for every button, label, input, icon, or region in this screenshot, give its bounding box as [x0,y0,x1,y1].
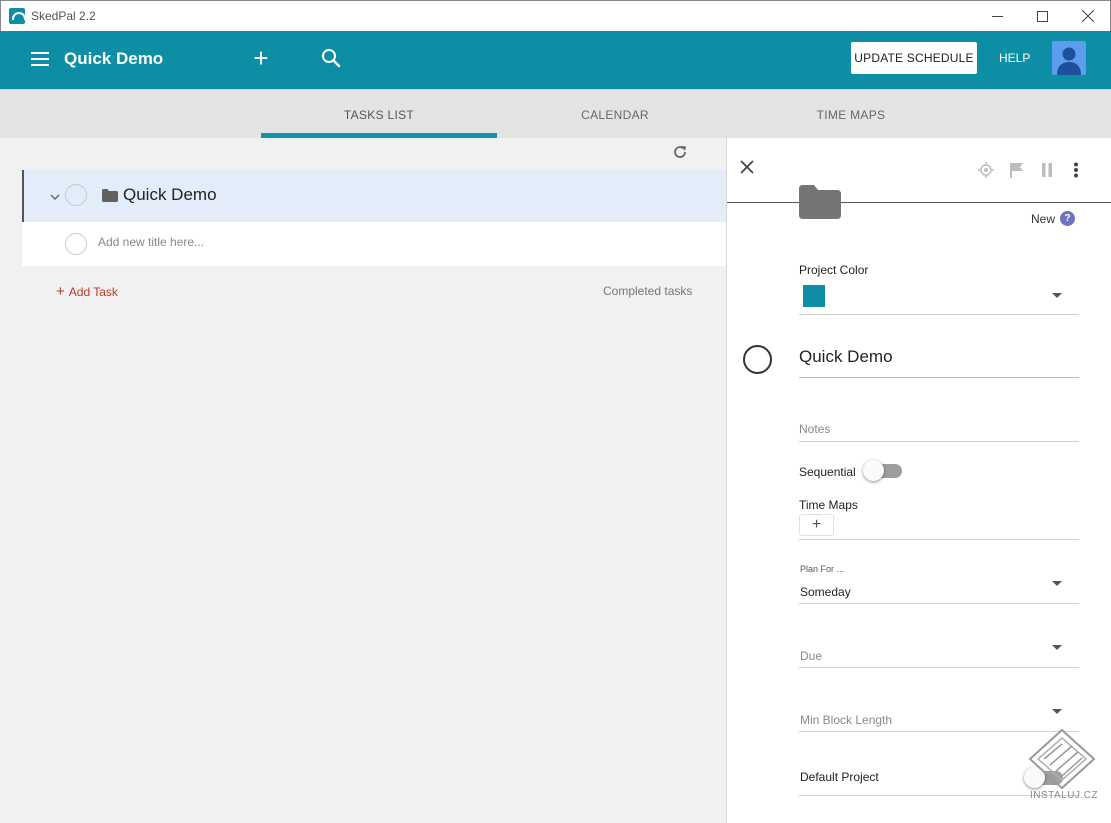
plan-for-chevron-down-icon[interactable] [1052,581,1062,586]
add-task-button[interactable]: + Add Task [56,283,118,300]
new-task-title-input[interactable] [98,235,498,249]
close-window-button[interactable] [1065,1,1111,31]
flag-icon[interactable] [1009,162,1025,178]
project-title-field[interactable]: Quick Demo [799,347,893,367]
due-select[interactable]: Due [800,649,822,663]
minimize-button[interactable] [974,1,1020,31]
pause-icon[interactable] [1039,162,1055,178]
chevron-down-icon[interactable] [50,189,60,200]
close-window-icon [1082,10,1094,22]
view-tabs: TASKS LIST CALENDAR TIME MAPS [0,89,1111,138]
menu-icon[interactable] [31,52,49,66]
project-row[interactable]: Quick Demo [22,170,726,222]
plan-for-label: Plan For ... [800,564,845,574]
sequential-toggle-knob[interactable] [863,460,884,481]
project-color-swatch[interactable] [803,285,825,307]
new-task-row [22,222,726,266]
folder-icon [102,189,118,202]
minimize-icon [991,15,1003,17]
user-avatar-icon[interactable] [1052,41,1086,75]
project-complete-toggle[interactable] [743,345,772,374]
project-color-underline [799,314,1079,315]
help-icon[interactable]: ? [1060,211,1075,226]
app-header: Quick Demo + UPDATE SCHEDULE HELP [0,31,1111,89]
maximize-icon [1036,10,1048,22]
more-vert-icon[interactable] [1068,162,1084,178]
project-complete-checkbox[interactable] [65,184,87,206]
min-block-length-select[interactable]: Min Block Length [800,713,892,727]
sequential-label: Sequential [799,465,856,479]
tab-time-maps[interactable]: TIME MAPS [733,90,969,139]
notes-field[interactable]: Notes [799,422,830,436]
update-schedule-button[interactable]: UPDATE SCHEDULE [851,42,977,74]
maximize-button[interactable] [1019,1,1065,31]
project-title-underline [799,377,1079,378]
window-title: SkedPal 2.2 [31,9,96,23]
default-project-label: Default Project [800,770,879,784]
project-details-pane: New ? Project Color Quick Demo Notes Seq… [726,138,1111,823]
completed-tasks-link[interactable]: Completed tasks [603,284,692,298]
locate-icon[interactable] [978,162,994,178]
task-list-pane: Quick Demo +Add Task Completed tasks [0,138,726,823]
search-icon[interactable] [321,48,343,70]
new-task-checkbox[interactable] [65,233,87,255]
due-underline [799,667,1079,668]
time-maps-underline [799,539,1079,540]
min-block-chevron-down-icon[interactable] [1052,709,1062,714]
plan-for-underline [799,603,1079,604]
skedpal-logo-icon [9,8,26,24]
add-icon[interactable]: + [250,45,272,71]
details-divider [727,202,1111,203]
due-chevron-down-icon[interactable] [1052,645,1062,650]
add-task-label: Add Task [68,285,118,299]
time-maps-label: Time Maps [799,498,858,512]
project-color-label: Project Color [799,263,869,277]
project-name: Quick Demo [123,185,217,204]
refresh-icon[interactable] [672,144,688,160]
notes-underline [799,441,1079,442]
add-time-map-button[interactable]: + [799,514,834,536]
tab-calendar[interactable]: CALENDAR [497,90,733,139]
help-link[interactable]: HELP [999,51,1030,65]
plan-for-select[interactable]: Someday [800,585,851,599]
add-task-plus-icon: + [56,283,65,300]
window-titlebar: SkedPal 2.2 [0,0,1111,31]
project-folder-icon [799,185,841,219]
tab-tasks-list[interactable]: TASKS LIST [261,90,497,139]
watermark-text: INSTALUJ.CZ [1030,790,1099,801]
color-dropdown-arrow-icon[interactable] [1052,293,1062,298]
close-icon[interactable] [740,160,756,176]
status-label: New [1031,212,1056,226]
header-title: Quick Demo [64,49,164,68]
